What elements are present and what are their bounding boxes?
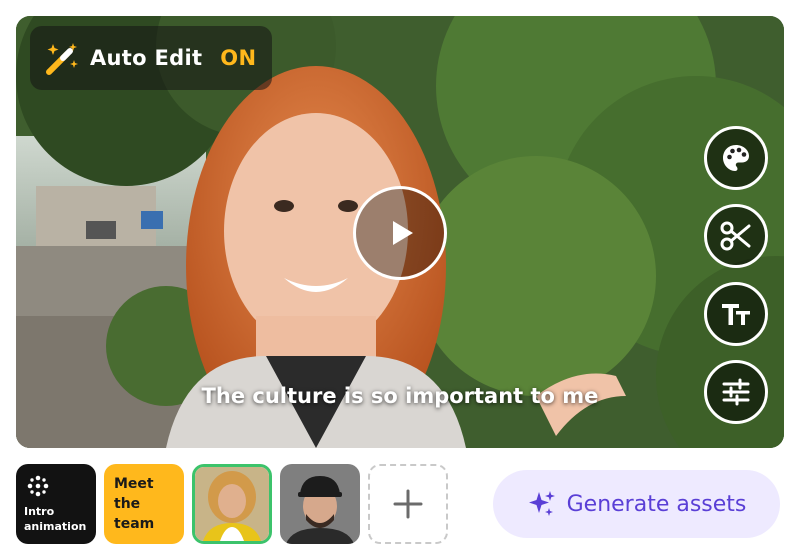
auto-edit-toggle[interactable]: Auto Edit ON — [30, 26, 273, 90]
sparkles-icon — [528, 491, 555, 516]
auto-edit-label: Auto Edit — [90, 46, 203, 70]
clip-intro-animation[interactable]: Intro animation — [16, 464, 96, 544]
text-size-icon — [722, 304, 750, 325]
side-toolbar — [704, 126, 768, 424]
palette-icon — [723, 145, 749, 171]
video-editor-card: Auto Edit ON The culture is so important… — [0, 0, 800, 560]
generate-assets-label: Generate assets — [566, 491, 747, 517]
add-clip-button[interactable] — [368, 464, 448, 544]
trim-button[interactable] — [704, 204, 768, 268]
play-button[interactable] — [353, 186, 447, 280]
palette-button[interactable] — [704, 126, 768, 190]
play-icon — [393, 221, 413, 245]
clip-strip: Intro animation Meet the team — [16, 464, 448, 544]
plus-icon — [393, 489, 423, 519]
auto-edit-status: ON — [220, 46, 257, 70]
person-2-thumbnail — [280, 464, 360, 544]
clip-meet-the-team[interactable]: Meet the team — [104, 464, 184, 544]
magic-wand-icon — [42, 39, 80, 77]
dots-icon — [27, 475, 49, 497]
generate-assets-button[interactable]: Generate assets — [493, 470, 780, 538]
video-preview[interactable]: Auto Edit ON The culture is so important… — [16, 16, 784, 448]
clip-intro-label: Intro animation — [24, 505, 87, 533]
clip-person-1[interactable] — [192, 464, 272, 544]
person-1-thumbnail — [195, 467, 269, 541]
scissors-icon — [720, 221, 751, 251]
video-caption: The culture is so important to me — [201, 384, 599, 408]
clip-person-2[interactable] — [280, 464, 360, 544]
text-button[interactable] — [704, 282, 768, 346]
